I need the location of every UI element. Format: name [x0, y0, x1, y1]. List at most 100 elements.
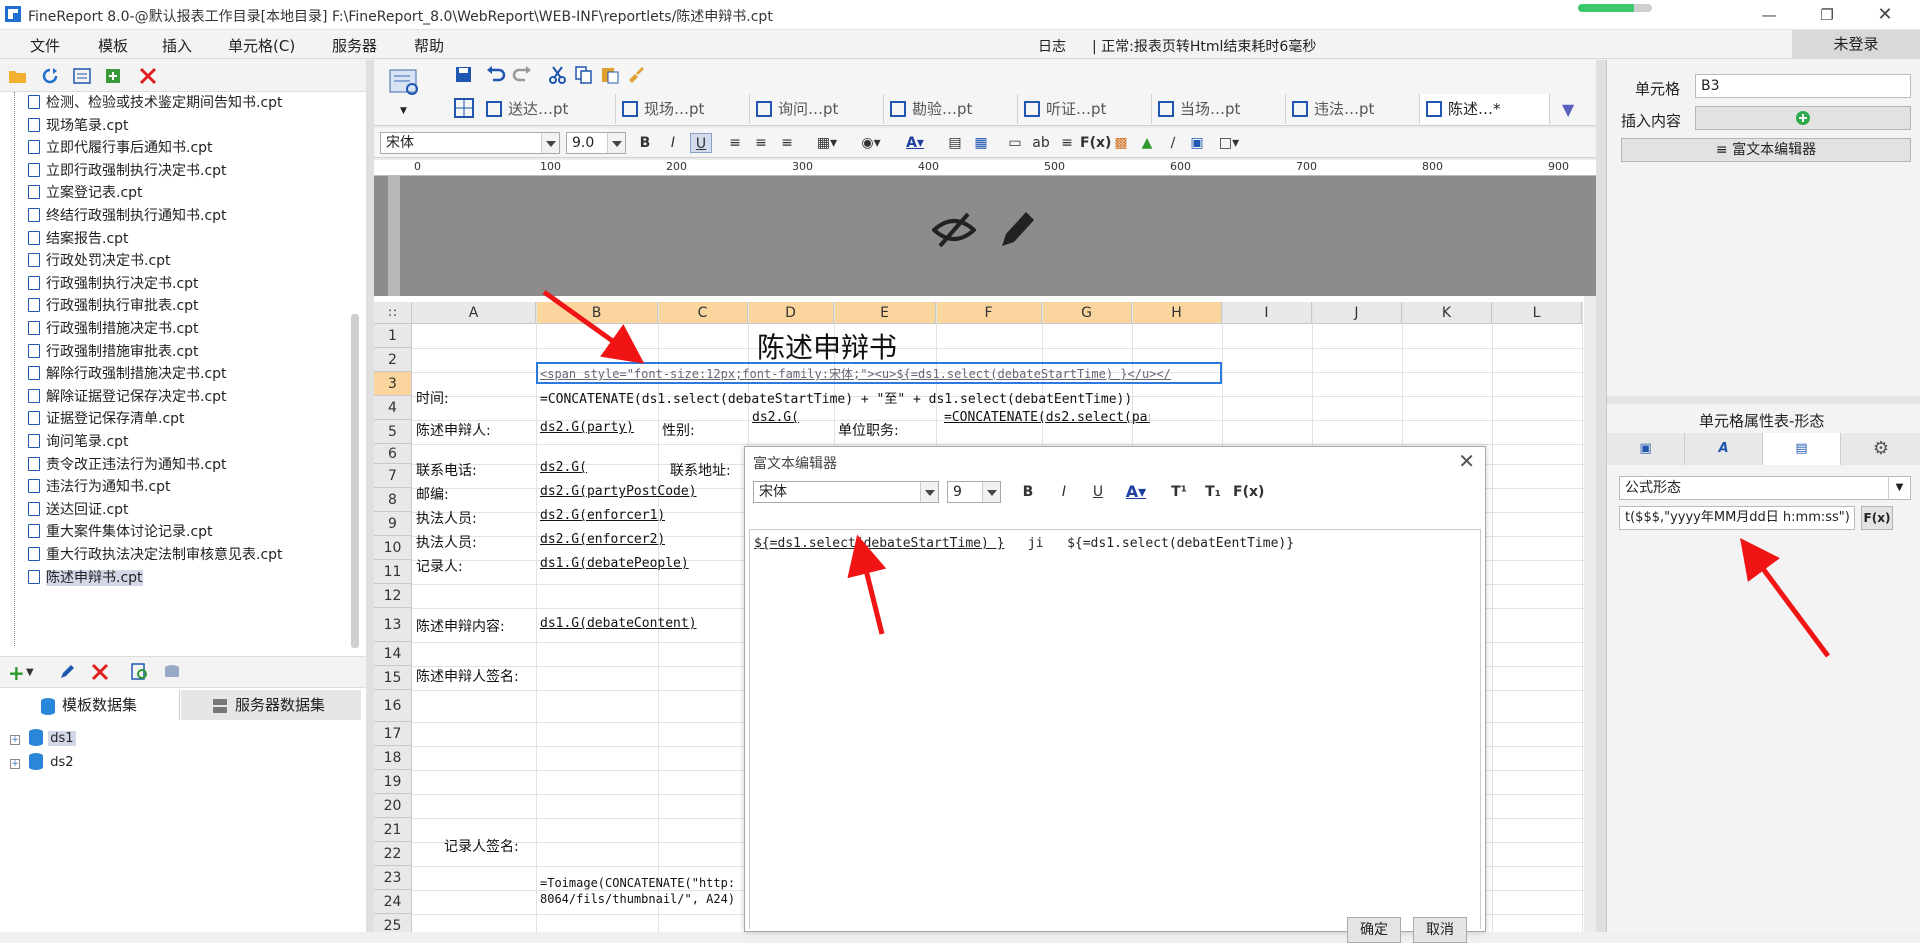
- subreport-icon[interactable]: ▣: [1186, 133, 1208, 153]
- preview-icon[interactable]: [388, 68, 422, 98]
- insert-content-button[interactable]: [1695, 106, 1911, 130]
- rte-formula-button[interactable]: F(x): [1233, 482, 1264, 502]
- tree-item[interactable]: 送达回证.cpt: [28, 499, 129, 521]
- row-header[interactable]: 16: [374, 690, 412, 722]
- file-tab-1[interactable]: 送达…pt: [480, 94, 616, 124]
- tree-item[interactable]: 重大案件集体讨论记录.cpt: [28, 521, 213, 543]
- left-splitter[interactable]: [366, 60, 374, 932]
- cell-a10[interactable]: 执法人员:: [416, 532, 477, 552]
- server-dataset-icon[interactable]: [162, 663, 182, 681]
- cell-name-field[interactable]: B3: [1695, 74, 1911, 98]
- column-header[interactable]: D: [748, 302, 834, 324]
- tree-item[interactable]: 行政强制措施审批表.cpt: [28, 341, 199, 363]
- tree-item[interactable]: 立即代履行事后通知书.cpt: [28, 137, 213, 159]
- tree-scrollbar[interactable]: [351, 314, 359, 648]
- cell-b5[interactable]: ds2.G(party): [540, 420, 634, 435]
- row-header[interactable]: 4: [374, 396, 412, 420]
- cell-b7[interactable]: ds2.G(: [540, 460, 587, 475]
- cell-a23[interactable]: 记录人签名:: [444, 836, 519, 856]
- text-field-icon[interactable]: ▭: [1004, 133, 1026, 153]
- cell-d5[interactable]: ds2.G(: [752, 410, 799, 425]
- tab-settings[interactable]: ⚙: [1841, 433, 1920, 465]
- row-header[interactable]: 8: [374, 488, 412, 512]
- rte-content[interactable]: ${=ds1.select(debateStartTime) } ji ${=d…: [754, 536, 1294, 551]
- row-header[interactable]: 24: [374, 890, 412, 914]
- panel-splitter[interactable]: [1607, 396, 1920, 404]
- align-center-icon[interactable]: ≡: [750, 133, 772, 153]
- tree-item[interactable]: 责令改正违法行为通知书.cpt: [28, 454, 227, 476]
- cell-b10[interactable]: ds2.G(enforcer2): [540, 532, 665, 547]
- rte-content-area[interactable]: ${=ds1.select(debateStartTime) } ji ${=d…: [749, 529, 1481, 929]
- tree-item[interactable]: 解除行政强制措施决定书.cpt: [28, 363, 227, 385]
- cell-a9[interactable]: 执法人员:: [416, 508, 477, 528]
- expand-icon[interactable]: +: [10, 735, 20, 745]
- cell-b9[interactable]: ds2.G(enforcer1): [540, 508, 665, 523]
- cell-a5[interactable]: 陈述申辩人:: [416, 420, 491, 440]
- add-template-icon[interactable]: [104, 67, 124, 85]
- menu-insert[interactable]: 插入: [162, 35, 192, 56]
- file-tab-7[interactable]: 违法…pt: [1286, 94, 1420, 124]
- row-header[interactable]: 17: [374, 722, 412, 746]
- remove-dataset-icon[interactable]: [90, 663, 110, 681]
- row-header[interactable]: 22: [374, 842, 412, 866]
- menu-template[interactable]: 模板: [98, 35, 128, 56]
- rte-font-select[interactable]: 宋体: [753, 481, 939, 503]
- new-tab-icon[interactable]: [450, 94, 478, 124]
- save-icon[interactable]: [454, 66, 474, 84]
- undo-icon[interactable]: [486, 66, 506, 84]
- row-header[interactable]: 10: [374, 536, 412, 560]
- tree-item[interactable]: 终结行政强制执行通知书.cpt: [28, 205, 227, 227]
- close-icon[interactable]: ✕: [1862, 2, 1908, 28]
- log-label[interactable]: 日志: [1038, 36, 1066, 56]
- column-header[interactable]: C: [658, 302, 748, 324]
- table-icon[interactable]: ▦: [970, 133, 992, 153]
- cell-b8[interactable]: ds2.G(partyPostCode): [540, 484, 697, 499]
- bold-button[interactable]: B: [634, 133, 656, 153]
- cell-c5[interactable]: 性别:: [662, 420, 695, 440]
- fill-color-icon[interactable]: ◉▾: [854, 133, 888, 153]
- italic-button[interactable]: I: [662, 133, 684, 153]
- row-header[interactable]: 18: [374, 746, 412, 770]
- menu-file[interactable]: 文件: [30, 35, 60, 56]
- menu-server[interactable]: 服务器: [332, 35, 377, 56]
- rte-superscript-button[interactable]: T¹: [1167, 482, 1191, 502]
- tree-item[interactable]: 现场笔录.cpt: [28, 115, 129, 137]
- preview-dropdown-icon[interactable]: ▼: [400, 106, 407, 116]
- minimize-icon[interactable]: —: [1746, 2, 1792, 28]
- tab-style[interactable]: A: [1685, 433, 1763, 465]
- row-header[interactable]: 20: [374, 794, 412, 818]
- tree-item[interactable]: 解除证据登记保存决定书.cpt: [28, 386, 227, 408]
- row-header[interactable]: 6: [374, 444, 412, 464]
- paragraph-icon[interactable]: ≡: [1056, 133, 1078, 153]
- cell-b25-line1[interactable]: =Toimage(CONCATENATE("http:: [540, 876, 746, 890]
- border-icon[interactable]: ▦▾: [810, 133, 844, 153]
- dropdown-arrow-icon[interactable]: ▼: [26, 667, 34, 678]
- cell-a16[interactable]: 陈述申辩人签名:: [416, 666, 519, 686]
- form-type-select[interactable]: 公式形态 ▼: [1619, 476, 1911, 500]
- format-painter-icon[interactable]: [626, 66, 646, 84]
- font-size-select[interactable]: 9.0: [566, 132, 626, 154]
- rte-font-color-icon[interactable]: A▾: [1119, 482, 1153, 502]
- file-tab-6[interactable]: 当场…pt: [1152, 94, 1286, 124]
- row-header[interactable]: 5: [374, 420, 412, 444]
- cell-e5[interactable]: 单位职务:: [838, 420, 899, 440]
- right-splitter[interactable]: [1596, 60, 1606, 932]
- cell-b25-line2[interactable]: 8064/fils/thumbnail/", A24): [540, 892, 746, 906]
- tree-item[interactable]: 结案报告.cpt: [28, 228, 129, 250]
- row-header[interactable]: 9: [374, 512, 412, 536]
- tab-form[interactable]: ▤: [1763, 433, 1841, 465]
- formula-field[interactable]: t($$$,"yyyy年MM月dd日 h:mm:ss"): [1619, 506, 1855, 530]
- column-header[interactable]: A: [412, 302, 536, 324]
- tree-item[interactable]: 证据登记保存清单.cpt: [28, 408, 185, 430]
- cell-a8[interactable]: 邮编:: [416, 484, 449, 504]
- font-family-select[interactable]: 宋体: [380, 132, 560, 154]
- delete-icon[interactable]: [138, 67, 158, 85]
- edit-pencil-icon[interactable]: [996, 206, 1036, 250]
- ok-button[interactable]: 确定: [1347, 917, 1401, 943]
- row-header[interactable]: 11: [374, 560, 412, 584]
- paste-icon[interactable]: [600, 66, 620, 84]
- column-header[interactable]: G: [1042, 302, 1132, 324]
- rte-bold-button[interactable]: B: [1017, 482, 1039, 502]
- open-folder-icon[interactable]: [8, 67, 28, 85]
- row-header[interactable]: 19: [374, 770, 412, 794]
